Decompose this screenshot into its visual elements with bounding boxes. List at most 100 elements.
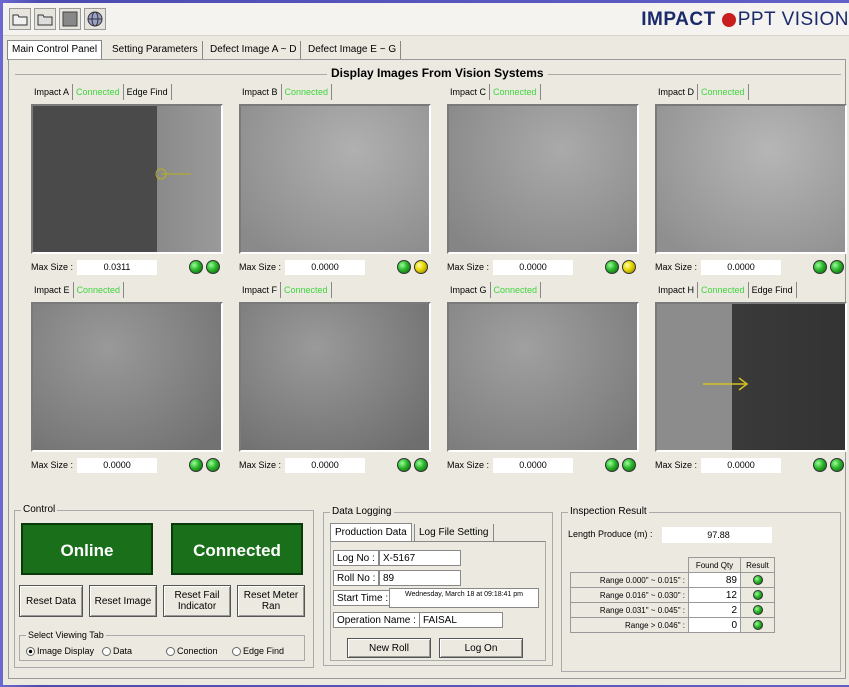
data-logging-section: Data Logging Production Data Log File Se… (323, 506, 553, 666)
camera-edge-find-tab[interactable]: Edge Find (124, 84, 172, 100)
toolbar: IMPACT PPT VISION (3, 3, 849, 36)
green-indicator-icon (753, 605, 763, 615)
control-title: Control (21, 504, 58, 515)
max-size-row: Max Size :0.0000 (447, 458, 647, 474)
camera-image (655, 104, 847, 254)
radio-selected-icon (26, 647, 35, 657)
max-size-value: 0.0000 (701, 260, 781, 275)
green-indicator-icon (830, 260, 844, 274)
camera-header: Impact C Connected (447, 84, 541, 100)
camera-name[interactable]: Impact C (447, 84, 491, 100)
camera-header: Impact B Connected (239, 84, 333, 100)
max-size-value: 0.0000 (493, 458, 573, 473)
length-produce-value: 97.88 (662, 527, 772, 543)
green-indicator-icon (397, 458, 411, 472)
tab-setting-parameters[interactable]: Setting Parameters (108, 41, 203, 59)
camera-header: Impact F Connected (239, 282, 332, 298)
tab-defect-image-e-g[interactable]: Defect Image E ~ G (304, 41, 402, 59)
tab-main-control-panel[interactable]: Main Control Panel (7, 40, 103, 60)
main-panel: Display Images From Vision Systems Impac… (8, 59, 849, 679)
max-size-value: 0.0000 (285, 260, 365, 275)
reset-meter-ran-button[interactable]: Reset Meter Ran (237, 585, 305, 617)
yellow-indicator-icon (414, 260, 428, 274)
camera-name[interactable]: Impact F (239, 282, 282, 298)
control-section: Control Online Connected Reset Data Rese… (14, 504, 314, 668)
viewing-tab-group: Select Viewing Tab Image Display Data Co… (19, 630, 306, 661)
radio-edge-find[interactable]: Edge Find (232, 646, 285, 657)
table-row: Range > 0.046" :0 (570, 617, 775, 633)
camera-image (655, 302, 847, 452)
camera-connection-status: Connected (73, 84, 124, 100)
camera-header: Impact D Connected (655, 84, 749, 100)
camera-header: Impact H Connected Edge Find (655, 282, 797, 298)
roll-no-label: Roll No : (333, 570, 380, 586)
camera-connection-status: Connected (491, 282, 542, 298)
green-indicator-icon (813, 260, 827, 274)
camera-image (239, 104, 431, 254)
operation-name-field[interactable]: FAISAL (419, 612, 503, 628)
camera-name[interactable]: Impact B (239, 84, 282, 100)
tab-log-file-setting[interactable]: Log File Setting (414, 524, 494, 541)
inspection-table: Found Qty Result Range 0.000" ~ 0.015" :… (570, 557, 775, 633)
tab-production-data[interactable]: Production Data (330, 523, 412, 541)
reset-fail-indicator-button[interactable]: Reset Fail Indicator (163, 585, 231, 617)
found-qty-cell: 0 (688, 617, 741, 633)
max-size-row: Max Size :0.0311 (31, 260, 231, 276)
camera-edge-find-tab[interactable]: Edge Find (749, 282, 797, 298)
camera-connection-status: Connected (282, 84, 333, 100)
camera-name[interactable]: Impact A (31, 84, 74, 100)
max-size-value: 0.0311 (77, 260, 157, 275)
max-size-row: Max Size :0.0000 (447, 260, 647, 276)
green-indicator-icon (397, 260, 411, 274)
brand-suffix: PPT VISION (737, 9, 849, 30)
globe-icon[interactable] (84, 8, 106, 30)
viewing-options: Image Display Data Conection Edge Find (26, 646, 306, 658)
found-qty-cell: 2 (688, 602, 741, 618)
yellow-indicator-icon (622, 260, 636, 274)
camera-connection-status: Connected (74, 282, 125, 298)
reset-image-button[interactable]: Reset Image (89, 585, 157, 617)
camera-name[interactable]: Impact G (447, 282, 491, 298)
max-size-label: Max Size : (447, 262, 490, 272)
radio-icon (166, 647, 175, 657)
green-indicator-icon (605, 260, 619, 274)
camera-name[interactable]: Impact H (655, 282, 699, 298)
folder-icon[interactable] (34, 8, 56, 30)
result-cell (740, 587, 775, 603)
result-cell (740, 602, 775, 618)
camera-name[interactable]: Impact E (31, 282, 74, 298)
start-time-field: Wednesday, March 18 at 09:18:41 pm (389, 588, 539, 608)
range-label: Range > 0.046" : (570, 617, 689, 633)
roll-no-field[interactable]: 89 (379, 570, 461, 586)
camera-name[interactable]: Impact D (655, 84, 699, 100)
production-data-panel: Log No : X-5167 Roll No : 89 Start Time … (330, 541, 546, 661)
range-label: Range 0.016" ~ 0.030" : (570, 587, 689, 603)
length-produce-label: Length Produce (m) : (568, 529, 653, 539)
new-roll-button[interactable]: New Roll (347, 638, 431, 658)
radio-conection[interactable]: Conection (166, 646, 218, 657)
max-size-label: Max Size : (31, 460, 74, 470)
radio-data[interactable]: Data (102, 646, 132, 657)
radio-label: Edge Find (243, 646, 285, 656)
folder-open-icon[interactable] (9, 8, 31, 30)
camera-panel: Impact G Connected Max Size :0.0000 (447, 282, 647, 486)
inspection-result-section: Inspection Result Length Produce (m) : 9… (561, 506, 841, 672)
max-size-row: Max Size :0.0000 (655, 458, 849, 474)
radio-icon (102, 647, 111, 657)
green-indicator-icon (753, 575, 763, 585)
tab-defect-image-a-d[interactable]: Defect Image A ~ D (206, 41, 302, 59)
green-indicator-icon (605, 458, 619, 472)
brand-dot-icon (721, 12, 736, 27)
found-qty-cell: 12 (688, 587, 741, 603)
result-cell (740, 617, 775, 633)
max-size-label: Max Size : (447, 460, 490, 470)
max-size-row: Max Size :0.0000 (239, 458, 439, 474)
reset-data-button[interactable]: Reset Data (19, 585, 83, 617)
viewing-title: Select Viewing Tab (26, 630, 106, 640)
range-label: Range 0.031" ~ 0.045" : (570, 602, 689, 618)
log-no-field[interactable]: X-5167 (379, 550, 461, 566)
radio-image-display[interactable]: Image Display (26, 646, 94, 657)
green-indicator-icon (813, 458, 827, 472)
stop-icon[interactable] (59, 8, 81, 30)
log-on-button[interactable]: Log On (439, 638, 523, 658)
